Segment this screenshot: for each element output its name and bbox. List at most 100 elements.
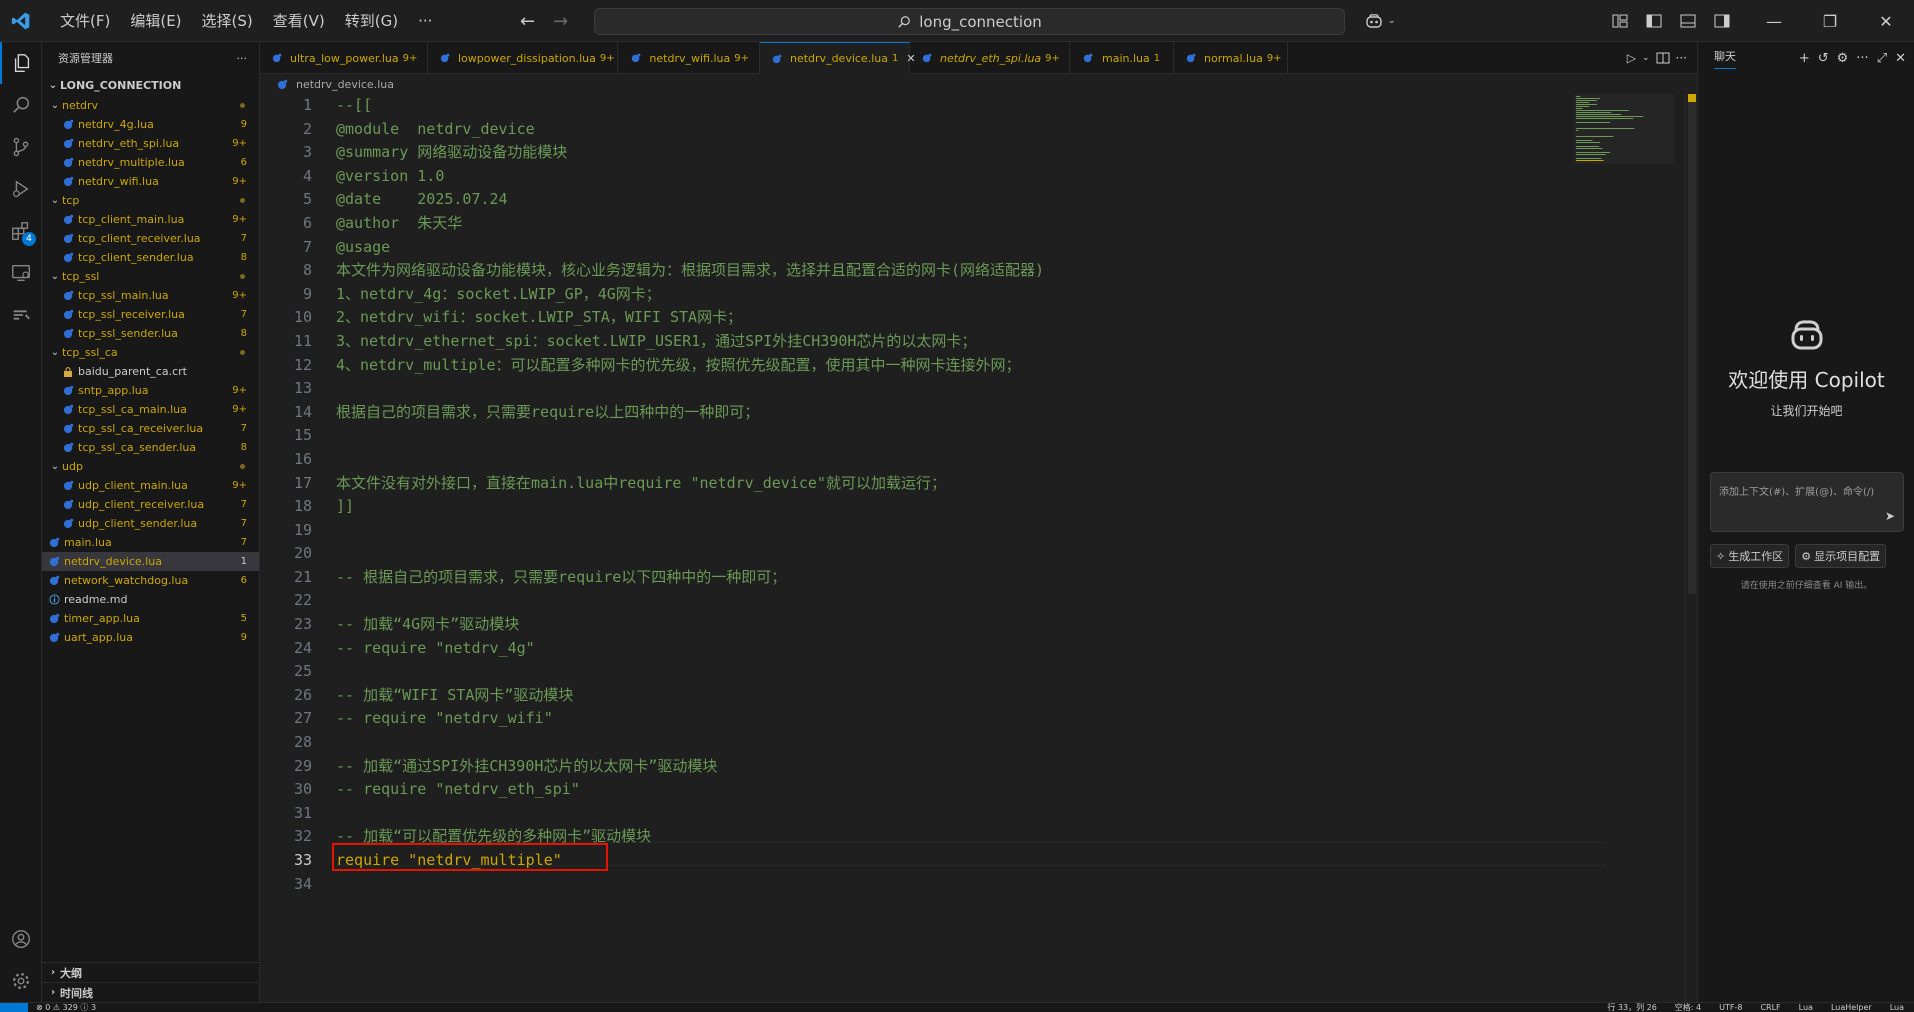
status-item[interactable]: 行 33，列 26: [1607, 1003, 1656, 1012]
explorer-icon[interactable]: [0, 42, 42, 84]
tree-file[interactable]: tcp_ssl_ca_receiver.lua 7: [42, 419, 259, 438]
status-item[interactable]: 空格: 4: [1675, 1003, 1701, 1012]
copilot-icon[interactable]: [1360, 7, 1388, 35]
run-icon[interactable]: ▷: [1627, 51, 1636, 65]
code-line[interactable]: 4、netdrv_multiple：可以配置多种网卡的优先级，按照优先级配置，使…: [336, 354, 1566, 378]
toggle-primary-sidebar-icon[interactable]: [1640, 7, 1668, 35]
send-icon[interactable]: ➤: [1885, 509, 1895, 523]
tree-file[interactable]: tcp_ssl_ca_main.lua 9+: [42, 400, 259, 419]
code-line[interactable]: @author 朱天华: [336, 212, 1566, 236]
extensions-icon[interactable]: 4: [0, 210, 42, 252]
editor-tab[interactable]: lowpower_dissipation.lua 9+: [428, 42, 618, 74]
toggle-secondary-sidebar-icon[interactable]: [1708, 7, 1736, 35]
code-line[interactable]: 2、netdrv_wifi：socket.LWIP_STA，WIFI STA网卡…: [336, 306, 1566, 330]
tree-folder[interactable]: ⌄ netdrv: [42, 96, 259, 115]
status-item[interactable]: LuaHelper: [1831, 1003, 1872, 1012]
menu-item[interactable]: 查看(V): [263, 0, 335, 42]
tree-file[interactable]: baidu_parent_ca.crt: [42, 362, 259, 381]
code-line[interactable]: -- require "netdrv_4g": [336, 637, 1566, 661]
tree-file[interactable]: netdrv_multiple.lua 6: [42, 153, 259, 172]
code-line[interactable]: [336, 660, 1566, 684]
restore-icon[interactable]: ❐: [1802, 0, 1858, 42]
code-line[interactable]: 根据自己的项目需求，只需要require以上四种中的一种即可；: [336, 401, 1566, 425]
code-line[interactable]: [336, 519, 1566, 543]
editor-tab[interactable]: netdrv_eth_spi.lua 9+: [910, 42, 1070, 74]
code-line[interactable]: -- require "netdrv_eth_spi": [336, 778, 1566, 802]
tree-file[interactable]: uart_app.lua 9: [42, 628, 259, 647]
tree-file[interactable]: udp_client_receiver.lua 7: [42, 495, 259, 514]
tree-file[interactable]: tcp_ssl_receiver.lua 7: [42, 305, 259, 324]
tree-file[interactable]: netdrv_device.lua 1: [42, 552, 259, 571]
luatools-icon[interactable]: [0, 294, 42, 336]
code-line[interactable]: @module netdrv_device: [336, 118, 1566, 142]
menu-item[interactable]: ···: [408, 0, 442, 42]
timeline-section[interactable]: › 时间线: [42, 982, 260, 1002]
status-item[interactable]: Lua: [1890, 1003, 1904, 1012]
settings-gear-icon[interactable]: ⚙: [1837, 51, 1849, 66]
code-line[interactable]: @usage: [336, 236, 1566, 260]
customize-layout-icon[interactable]: [1606, 7, 1634, 35]
accounts-icon[interactable]: [0, 918, 42, 960]
copilot-menu[interactable]: ⌄: [1360, 0, 1396, 42]
tree-folder[interactable]: ⌄ tcp: [42, 191, 259, 210]
tree-file[interactable]: tcp_client_receiver.lua 7: [42, 229, 259, 248]
run-debug-icon[interactable]: [0, 168, 42, 210]
code-line[interactable]: [336, 542, 1566, 566]
code-line[interactable]: 1、netdrv_4g：socket.LWIP_GP，4G网卡；: [336, 283, 1566, 307]
status-item[interactable]: Lua: [1799, 1003, 1813, 1012]
source-control-icon[interactable]: [0, 126, 42, 168]
chevron-down-icon[interactable]: ⌄: [1388, 16, 1396, 26]
editor-tab[interactable]: netdrv_device.lua 1 ✕: [760, 42, 916, 74]
code-line[interactable]: -- 根据自己的项目需求，只需要require以下四种中的一种即可；: [336, 566, 1566, 590]
tree-file[interactable]: netdrv_eth_spi.lua 9+: [42, 134, 259, 153]
menu-item[interactable]: 文件(F): [50, 0, 120, 42]
menu-item[interactable]: 选择(S): [192, 0, 263, 42]
remote-indicator[interactable]: [0, 1003, 28, 1012]
code-line[interactable]: [336, 802, 1566, 826]
toggle-panel-icon[interactable]: [1674, 7, 1702, 35]
tree-file[interactable]: netdrv_4g.lua 9: [42, 115, 259, 134]
tree-file[interactable]: readme.md: [42, 590, 259, 609]
code-line[interactable]: -- 加载“4G网卡”驱动模块: [336, 613, 1566, 637]
tree-file[interactable]: timer_app.lua 5: [42, 609, 259, 628]
vertical-scrollbar[interactable]: [1685, 94, 1697, 1002]
code-line[interactable]: @summary 网络驱动设备功能模块: [336, 141, 1566, 165]
history-icon[interactable]: ↺: [1818, 51, 1829, 66]
chat-tab[interactable]: 聊天: [1714, 48, 1736, 69]
code-line[interactable]: -- require "netdrv_wifi": [336, 707, 1566, 731]
menu-item[interactable]: 转到(G): [335, 0, 408, 42]
menu-item[interactable]: 编辑(E): [120, 0, 191, 42]
code-line[interactable]: 3、netdrv_ethernet_spi：socket.LWIP_USER1，…: [336, 330, 1566, 354]
tree-file[interactable]: sntp_app.lua 9+: [42, 381, 259, 400]
close-icon[interactable]: ✕: [1858, 0, 1914, 42]
scrollbar-thumb[interactable]: [1688, 94, 1696, 594]
code-line[interactable]: @version 1.0: [336, 165, 1566, 189]
tree-folder[interactable]: ⌄ udp: [42, 457, 259, 476]
code-line[interactable]: -- 加载“WIFI STA网卡”驱动模块: [336, 684, 1566, 708]
code-line[interactable]: [336, 448, 1566, 472]
status-item[interactable]: UTF-8: [1719, 1003, 1742, 1012]
generate-workspace-button[interactable]: ✧ 生成工作区: [1710, 544, 1790, 568]
code-line[interactable]: [336, 873, 1566, 897]
code-line[interactable]: [336, 424, 1566, 448]
tree-file[interactable]: tcp_client_main.lua 9+: [42, 210, 259, 229]
tree-file[interactable]: netdrv_wifi.lua 9+: [42, 172, 259, 191]
minimap[interactable]: [1574, 94, 1674, 1002]
tree-file[interactable]: main.lua 7: [42, 533, 259, 552]
code-line[interactable]: @date 2025.07.24: [336, 188, 1566, 212]
editor-tab[interactable]: normal.lua 9+: [1174, 42, 1288, 74]
outline-section[interactable]: › 大纲: [42, 962, 260, 982]
tree-file[interactable]: tcp_client_sender.lua 8: [42, 248, 259, 267]
code-line[interactable]: ]]: [336, 495, 1566, 519]
more-actions-icon[interactable]: ···: [1676, 51, 1687, 65]
more-actions-icon[interactable]: ···: [1856, 51, 1868, 66]
maximize-icon[interactable]: ⤢: [1877, 51, 1887, 66]
back-arrow-icon[interactable]: ←: [520, 11, 535, 32]
tree-folder[interactable]: ⌄ tcp_ssl: [42, 267, 259, 286]
workspace-root[interactable]: ⌄ LONG_CONNECTION: [42, 74, 259, 96]
code-line[interactable]: [336, 377, 1566, 401]
problems-summary[interactable]: ⊗ 0 ⚠ 329 ⓘ 3: [36, 1003, 96, 1012]
editor-tab[interactable]: ultra_low_power.lua 9+: [260, 42, 428, 74]
editor-tab[interactable]: main.lua 1: [1070, 42, 1174, 74]
forward-arrow-icon[interactable]: →: [553, 11, 568, 32]
